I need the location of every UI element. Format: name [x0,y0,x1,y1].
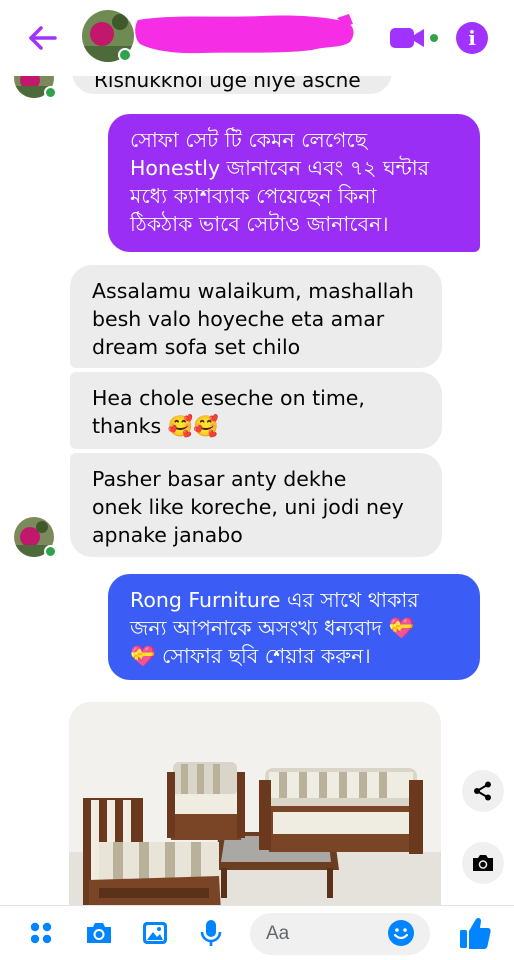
message-line: besh valo hoyeche eta amar [92,307,385,331]
message-composer [0,905,514,960]
message-line: apnake janabo [92,523,243,547]
contact-name-redacted[interactable] [132,12,357,56]
microphone-icon [200,920,222,946]
message-line: ঠিকঠাক ভাবে সেটাও জানাবেন। [130,212,389,236]
incoming-message-bubble[interactable]: Pasher basar anty dekhe onek like korech… [70,453,442,557]
smiley-icon [388,920,414,946]
camera-icon [473,855,493,871]
message-line: Honestly জানাবেন এবং ৭২ ঘন্টার [130,156,430,180]
sofa-set-photo[interactable] [69,702,441,905]
message-line: Pasher basar anty dekhe [92,467,347,491]
gallery-button[interactable] [140,918,170,948]
share-icon [474,781,491,801]
four-dots-icon [30,922,52,944]
share-button[interactable] [462,770,504,812]
message-line: 💝 সোফার ছবি শেয়ার করুন। [130,644,371,668]
outgoing-message-bubble[interactable]: Rong Furniture এর সাথে থাকার জন্য আপনাকে… [108,574,480,680]
thumbs-up-icon [460,917,491,949]
chat-header: i [0,0,514,76]
emoji-button[interactable] [386,918,416,948]
save-photo-button[interactable] [462,842,504,884]
camera-button[interactable] [84,918,114,948]
outgoing-message-bubble[interactable]: সোফা সেট টি কেমন লেগেছে Honestly জানাবেন… [108,114,480,252]
message-line: মধ্যে ক্যাশব্যাক পেয়েছেন কিনা [130,184,377,208]
message-line: জন্য আপনাকে অসংখ্য ধন্যবাদ 💝 [130,616,415,640]
image-icon [143,922,167,944]
incoming-message-bubble[interactable]: Assalamu walaikum, mashallah besh valo h… [70,265,442,368]
like-button[interactable] [458,915,492,951]
message-line: সোফা সেট টি কেমন লেগেছে [130,128,368,152]
info-icon: i [468,26,476,50]
message-line: thanks 🥰🥰 [92,414,219,438]
video-call-button[interactable] [388,22,440,54]
video-camera-icon [390,28,438,48]
camera-icon [87,923,111,943]
incoming-message-bubble[interactable]: Hea chole eseche on time, thanks 🥰🥰 [70,372,442,449]
message-line: Assalamu walaikum, mashallah [92,279,414,303]
back-button[interactable] [22,20,62,56]
message-line: Hea chole eseche on time, [92,386,365,410]
message-line: Rong Furniture এর সাথে থাকার [130,588,419,612]
online-status-dot [44,545,57,558]
voice-record-button[interactable] [196,918,226,948]
message-line: dream sofa set chilo [92,335,301,359]
arrow-left-icon [29,26,57,50]
online-status-dot [44,86,57,99]
conversation-area[interactable]: Rishukkhoi uge niye asche সোফা সেট টি কে… [0,0,514,905]
online-status-dot [118,48,132,62]
info-button[interactable]: i [456,22,488,54]
more-actions-button[interactable] [26,918,56,948]
message-line: onek like koreche, uni jodi ney [92,495,404,519]
